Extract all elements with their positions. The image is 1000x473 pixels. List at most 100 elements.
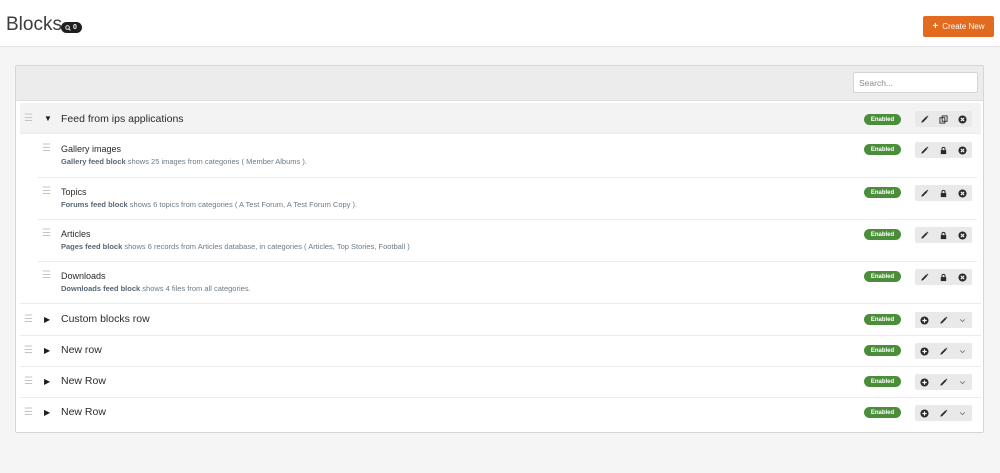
close-circle-icon — [958, 146, 967, 155]
caret-down-icon[interactable]: ▼ — [44, 115, 52, 123]
more-button[interactable] — [953, 405, 972, 421]
pencil-icon — [939, 409, 948, 418]
create-new-button[interactable]: + Create New — [923, 16, 994, 37]
add-block-button[interactable] — [915, 312, 934, 328]
more-button[interactable] — [953, 312, 972, 328]
add-block-button[interactable] — [915, 374, 934, 390]
chevron-down-icon — [958, 347, 967, 356]
drag-handle-icon[interactable]: ☰ — [24, 315, 33, 325]
drag-handle-icon[interactable]: ☰ — [24, 377, 33, 387]
delete-button[interactable] — [953, 142, 972, 158]
drag-handle-icon[interactable]: ☰ — [42, 271, 51, 281]
row-actions — [915, 343, 972, 359]
page-header: Blocks 0 + Create New — [0, 0, 1000, 47]
block-gallery-images[interactable]: ☰ Gallery images Gallery feed block show… — [20, 135, 981, 178]
plus-circle-icon — [920, 378, 929, 387]
drag-handle-icon[interactable]: ☰ — [42, 144, 51, 154]
row-title: Custom blocks row — [61, 313, 150, 325]
edit-button[interactable] — [934, 343, 953, 359]
lock-button[interactable] — [934, 227, 953, 243]
plus-circle-icon — [920, 316, 929, 325]
row-actions — [915, 312, 972, 328]
edit-button[interactable] — [915, 142, 934, 158]
block-actions — [915, 185, 972, 201]
drag-handle-icon[interactable]: ☰ — [42, 229, 51, 239]
caret-right-icon[interactable]: ▶ — [44, 378, 50, 386]
pencil-icon — [939, 378, 948, 387]
block-title: Gallery images — [61, 144, 122, 154]
close-circle-icon — [958, 115, 967, 124]
lock-icon — [939, 146, 948, 155]
block-type: Pages feed block — [61, 242, 123, 251]
copy-button[interactable] — [934, 111, 953, 127]
block-actions — [915, 269, 972, 285]
block-description: Gallery feed block shows 25 images from … — [61, 157, 307, 166]
pencil-icon — [920, 146, 929, 155]
add-block-button[interactable] — [915, 343, 934, 359]
search-input[interactable] — [853, 72, 978, 93]
row-actions — [915, 374, 972, 390]
blocks-panel: ☰ ▼ Feed from ips applications Enabled ☰… — [15, 65, 984, 433]
block-description: Forums feed block shows 6 topics from ca… — [61, 200, 358, 209]
lock-button[interactable] — [934, 185, 953, 201]
search-icon — [65, 25, 71, 31]
edit-button[interactable] — [934, 312, 953, 328]
row-feed-from-ips-applications[interactable]: ☰ ▼ Feed from ips applications Enabled — [20, 103, 981, 134]
close-circle-icon — [958, 231, 967, 240]
block-downloads[interactable]: ☰ Downloads Downloads feed block shows 4… — [20, 262, 981, 304]
row-new-row-3[interactable]: ☰ ▶ New Row Enabled — [20, 398, 981, 429]
add-block-button[interactable] — [915, 405, 934, 421]
row-custom-blocks-row[interactable]: ☰ ▶ Custom blocks row Enabled — [20, 305, 981, 336]
row-new-row-2[interactable]: ☰ ▶ New Row Enabled — [20, 367, 981, 398]
block-title: Downloads — [61, 271, 106, 281]
drag-handle-icon[interactable]: ☰ — [42, 187, 51, 197]
chevron-down-icon — [958, 316, 967, 325]
status-badge: Enabled — [864, 271, 901, 282]
edit-button[interactable] — [934, 374, 953, 390]
caret-right-icon[interactable]: ▶ — [44, 409, 50, 417]
row-new-row-1[interactable]: ☰ ▶ New row Enabled — [20, 336, 981, 367]
copy-icon — [939, 115, 948, 124]
drag-handle-icon[interactable]: ☰ — [24, 114, 33, 124]
lock-icon — [939, 189, 948, 198]
close-circle-icon — [958, 189, 967, 198]
delete-button[interactable] — [953, 111, 972, 127]
pencil-icon — [920, 273, 929, 282]
more-button[interactable] — [953, 343, 972, 359]
caret-right-icon[interactable]: ▶ — [44, 316, 50, 324]
count-badge[interactable]: 0 — [61, 22, 82, 33]
block-type: Forums feed block — [61, 200, 128, 209]
lock-button[interactable] — [934, 269, 953, 285]
edit-button[interactable] — [915, 111, 934, 127]
block-description: Downloads feed block shows 4 files from … — [61, 284, 251, 293]
status-badge: Enabled — [864, 187, 901, 198]
drag-handle-icon[interactable]: ☰ — [24, 346, 33, 356]
delete-button[interactable] — [953, 185, 972, 201]
pencil-icon — [920, 189, 929, 198]
block-articles[interactable]: ☰ Articles Pages feed block shows 6 reco… — [20, 220, 981, 262]
edit-button[interactable] — [915, 185, 934, 201]
block-title: Topics — [61, 187, 87, 197]
row-title: New Row — [61, 375, 106, 387]
plus-circle-icon — [920, 409, 929, 418]
edit-button[interactable] — [915, 269, 934, 285]
drag-handle-icon[interactable]: ☰ — [24, 408, 33, 418]
delete-button[interactable] — [953, 227, 972, 243]
chevron-down-icon — [958, 409, 967, 418]
delete-button[interactable] — [953, 269, 972, 285]
block-actions — [915, 142, 972, 158]
status-badge: Enabled — [864, 345, 901, 356]
block-description: Pages feed block shows 6 records from Ar… — [61, 242, 410, 251]
block-topics[interactable]: ☰ Topics Forums feed block shows 6 topic… — [20, 178, 981, 220]
status-badge: Enabled — [864, 114, 901, 125]
row-title: New row — [61, 344, 102, 356]
plus-circle-icon — [920, 347, 929, 356]
lock-button[interactable] — [934, 142, 953, 158]
row-title: Feed from ips applications — [61, 113, 184, 125]
status-badge: Enabled — [864, 144, 901, 155]
edit-button[interactable] — [934, 405, 953, 421]
block-type: Downloads feed block — [61, 284, 141, 293]
edit-button[interactable] — [915, 227, 934, 243]
caret-right-icon[interactable]: ▶ — [44, 347, 50, 355]
more-button[interactable] — [953, 374, 972, 390]
